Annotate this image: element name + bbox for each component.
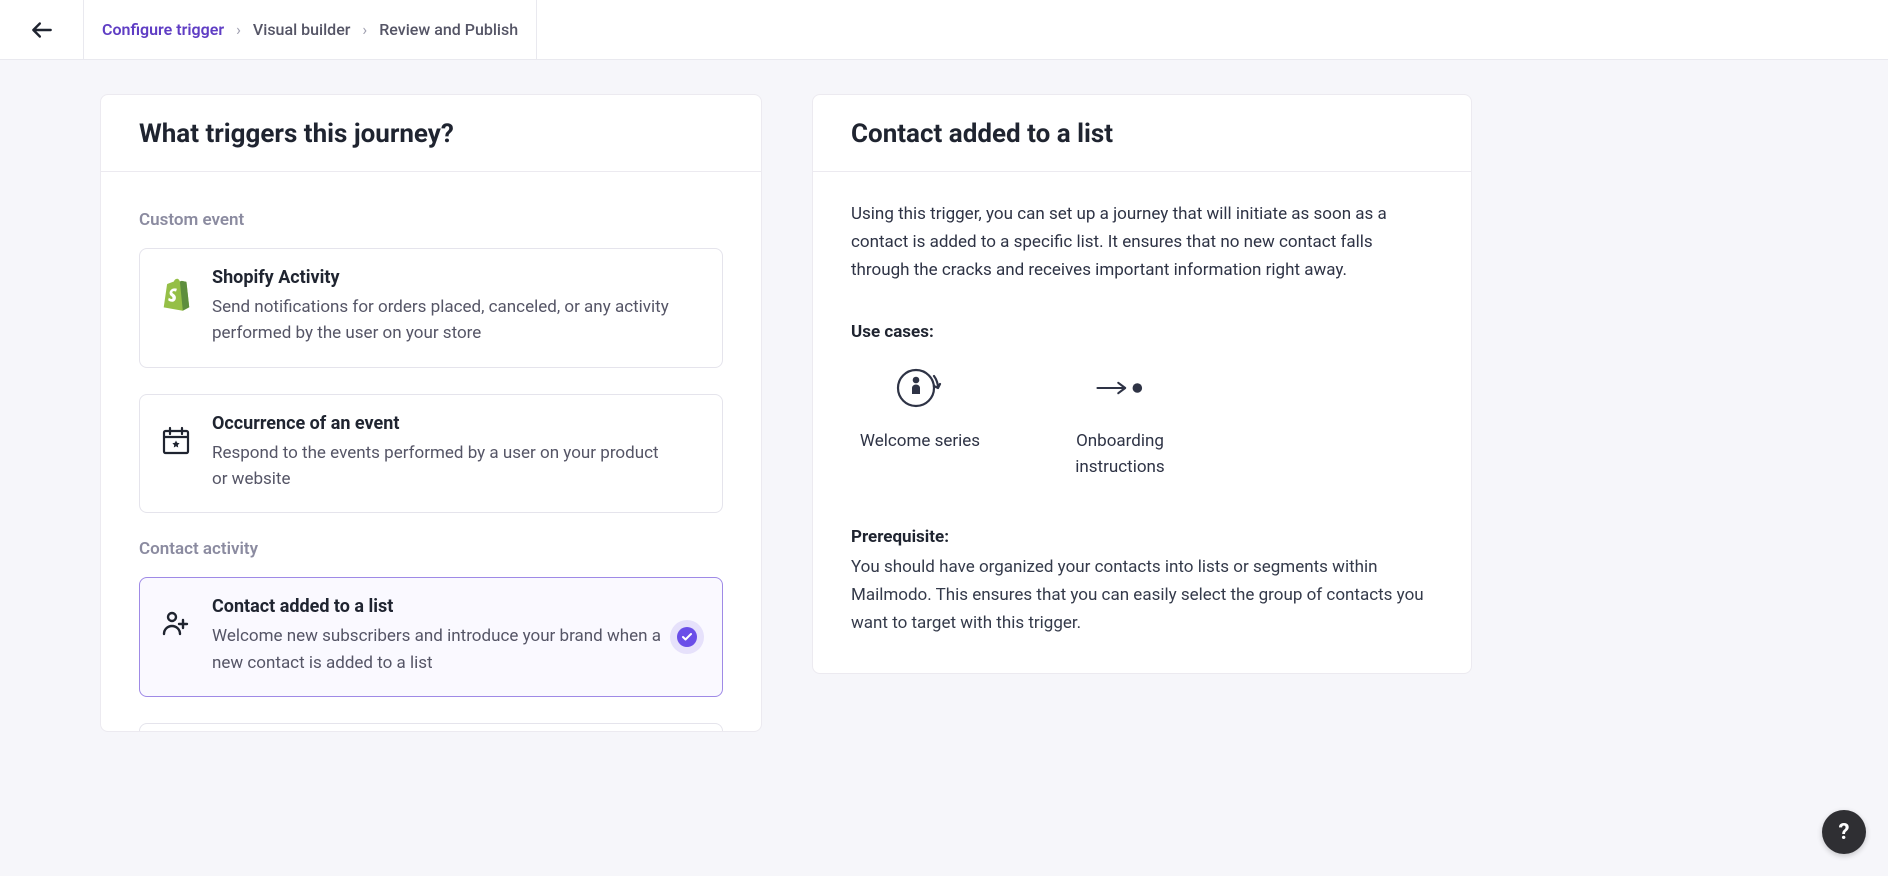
usecase-welcome-series: Welcome series <box>855 364 985 481</box>
back-button[interactable] <box>0 0 84 60</box>
chevron-right-icon: › <box>362 20 367 39</box>
card-title: Contact added to a list <box>212 596 674 617</box>
usecases-label: Use cases: <box>851 322 1433 342</box>
help-icon: ? <box>1839 820 1850 845</box>
prerequisite-label: Prerequisite: <box>851 527 1433 547</box>
usecase-onboarding-instructions: Onboarding instructions <box>1055 364 1185 481</box>
trigger-card-next-peek[interactable] <box>139 723 723 731</box>
trigger-card-occurrence-of-event[interactable]: Occurrence of an event Respond to the ev… <box>139 394 723 514</box>
panel-title: What triggers this journey? <box>139 119 723 149</box>
panel-header: Contact added to a list <box>813 95 1471 172</box>
panel-header: What triggers this journey? <box>101 95 761 172</box>
card-title: Shopify Activity <box>212 267 674 288</box>
welcome-series-icon <box>855 364 985 412</box>
usecases-row: Welcome series Onboarding instructions <box>851 364 1433 481</box>
card-title: Occurrence of an event <box>212 413 674 434</box>
selected-check-icon <box>670 620 704 654</box>
calendar-star-icon <box>158 413 194 457</box>
usecase-label: Onboarding instructions <box>1055 428 1185 481</box>
onboarding-icon <box>1055 364 1185 412</box>
top-bar: Configure trigger › Visual builder › Rev… <box>0 0 1888 60</box>
shopify-icon <box>158 267 194 311</box>
breadcrumb-step-visual-builder[interactable]: Visual builder <box>253 20 351 39</box>
trigger-list-scroll[interactable]: Custom event Shopify Activity Send notif… <box>101 172 761 731</box>
trigger-detail-panel: Contact added to a list Using this trigg… <box>812 94 1472 674</box>
breadcrumb: Configure trigger › Visual builder › Rev… <box>84 0 537 60</box>
usecase-label: Welcome series <box>855 428 985 454</box>
chevron-right-icon: › <box>236 20 241 39</box>
detail-description: Using this trigger, you can set up a jou… <box>851 200 1433 284</box>
panel-body: Custom event Shopify Activity Send notif… <box>101 172 761 731</box>
breadcrumb-step-configure-trigger[interactable]: Configure trigger <box>102 20 224 39</box>
group-label-contact-activity: Contact activity <box>139 539 723 559</box>
content-area: What triggers this journey? Custom event… <box>0 60 1888 876</box>
user-plus-icon <box>158 596 194 640</box>
help-button[interactable]: ? <box>1822 810 1866 854</box>
detail-title: Contact added to a list <box>851 119 1433 149</box>
detail-body: Using this trigger, you can set up a jou… <box>813 172 1471 673</box>
card-description: Respond to the events performed by a use… <box>212 440 674 493</box>
arrow-left-icon <box>29 17 55 43</box>
card-description: Welcome new subscribers and introduce yo… <box>212 623 674 676</box>
trigger-card-contact-added-to-list[interactable]: Contact added to a list Welcome new subs… <box>139 577 723 697</box>
prerequisite-text: You should have organized your contacts … <box>851 553 1433 637</box>
group-label-custom-event: Custom event <box>139 210 723 230</box>
card-description: Send notifications for orders placed, ca… <box>212 294 674 347</box>
trigger-card-shopify-activity[interactable]: Shopify Activity Send notifications for … <box>139 248 723 368</box>
breadcrumb-step-review-and-publish[interactable]: Review and Publish <box>379 20 518 39</box>
trigger-list-panel: What triggers this journey? Custom event… <box>100 94 762 732</box>
